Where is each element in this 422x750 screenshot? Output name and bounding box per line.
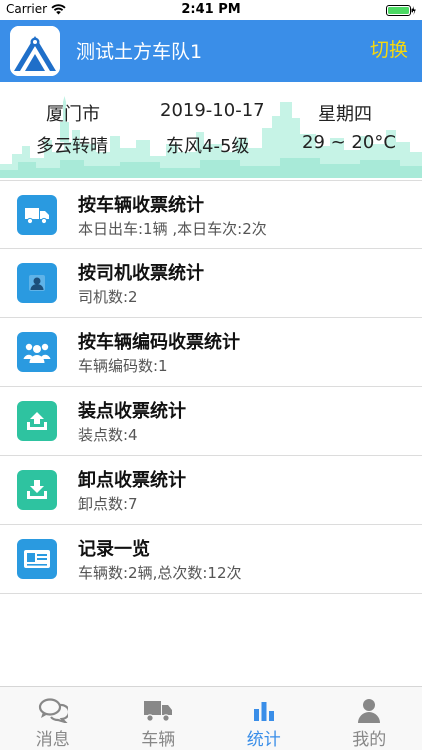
menu-item-unloading-point-stats[interactable]: 卸点收票统计 卸点数:7: [0, 456, 422, 525]
bottom-tab-bar: 消息 车辆 统计 我的: [0, 686, 422, 750]
switch-button[interactable]: 切换: [370, 35, 408, 62]
weather-weekday: 星期四: [318, 104, 372, 125]
weather-temperature: 29 ~ 20°C: [302, 132, 396, 153]
bar-chart-icon: [253, 702, 274, 721]
download-icon: [17, 470, 57, 510]
status-bar: Carrier 2:41 PM: [0, 0, 422, 20]
menu-item-vehicle-stats[interactable]: 按车辆收票统计 本日出车:1辆 ,本日车次:2次: [0, 180, 422, 249]
id-card-icon: [17, 539, 57, 579]
menu-item-label: 按司机收票统计: [78, 263, 204, 284]
tab-label: 车辆: [141, 730, 176, 750]
menu-item-records-overview[interactable]: 记录一览 车辆数:2辆,总次数:12次: [0, 525, 422, 594]
menu-item-subtitle: 车辆数:2辆,总次数:12次: [78, 564, 242, 582]
tab-label: 统计: [246, 730, 281, 750]
battery-icon: [386, 5, 416, 16]
fleet-title: 测试土方车队1: [76, 41, 203, 63]
app-logo-icon: [10, 26, 60, 76]
menu-item-subtitle: 卸点数:7: [78, 495, 138, 513]
menu-item-label: 按车辆编码收票统计: [78, 332, 240, 353]
chat-icon: [38, 698, 68, 723]
weather-city: 厦门市: [46, 104, 100, 125]
upload-icon: [17, 401, 57, 441]
weather-wind: 东风4-5级: [166, 136, 250, 157]
group-icon: [17, 332, 57, 372]
menu-item-subtitle: 司机数:2: [78, 288, 138, 306]
menu-item-label: 卸点收票统计: [78, 470, 186, 491]
city-skyline-illustration: [0, 96, 422, 178]
menu-item-vehicle-code-stats[interactable]: 按车辆编码收票统计 车辆编码数:1: [0, 318, 422, 387]
tab-profile[interactable]: 我的: [317, 687, 422, 750]
truck-icon: [17, 195, 57, 235]
menu-item-subtitle: 车辆编码数:1: [78, 357, 168, 375]
menu-item-label: 按车辆收票统计: [78, 195, 204, 216]
menu-item-label: 装点收票统计: [78, 401, 186, 422]
person-icon: [17, 263, 57, 303]
menu-item-loading-point-stats[interactable]: 装点收票统计 装点数:4: [0, 387, 422, 456]
menu-item-subtitle: 装点数:4: [78, 426, 138, 444]
menu-item-subtitle: 本日出车:1辆 ,本日车次:2次: [78, 220, 267, 238]
tab-label: 消息: [35, 730, 70, 750]
app-header: 测试土方车队1 切换: [0, 20, 422, 82]
menu-item-driver-stats[interactable]: 按司机收票统计 司机数:2: [0, 249, 422, 318]
tab-messages[interactable]: 消息: [0, 687, 106, 750]
tab-label: 我的: [352, 730, 387, 750]
tab-vehicles[interactable]: 车辆: [106, 687, 212, 750]
truck-icon: [144, 701, 173, 722]
clock: 2:41 PM: [181, 2, 241, 17]
tab-statistics[interactable]: 统计: [211, 687, 317, 750]
statistics-menu: 按车辆收票统计 本日出车:1辆 ,本日车次:2次 按司机收票统计 司机数:2 按…: [0, 180, 422, 594]
weather-panel: 厦门市 2019-10-17 星期四 多云转晴 东风4-5级 29 ~ 20°C: [0, 82, 422, 178]
menu-item-label: 记录一览: [78, 539, 150, 560]
weather-condition: 多云转晴: [36, 136, 108, 157]
weather-date: 2019-10-17: [160, 100, 265, 121]
user-icon: [358, 699, 381, 723]
